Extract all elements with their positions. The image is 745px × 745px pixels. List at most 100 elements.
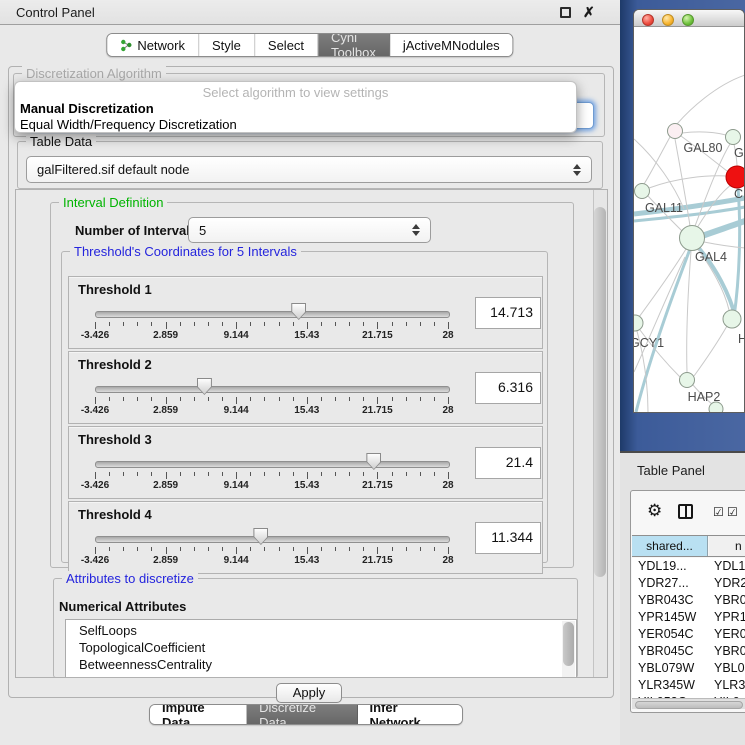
- slider-tick: [335, 472, 336, 476]
- slider-tick: [95, 472, 96, 479]
- threshold-value-field[interactable]: 21.4: [475, 447, 541, 479]
- network-graph: GAL80GCGAL11GAL4GCY1HHAP2: [634, 27, 745, 413]
- attribute-item-betweennesscentrality[interactable]: BetweennessCentrality: [66, 656, 589, 673]
- tick-label: 15.43: [294, 555, 319, 566]
- threshold-label: Threshold 3: [78, 432, 152, 447]
- table-data-combobox[interactable]: galFiltered.sif default node: [26, 156, 592, 183]
- tab-label: Discretize Data: [259, 704, 344, 725]
- tab-label: Select: [268, 38, 304, 53]
- popup-option-manual-discretization[interactable]: Manual Discretization: [20, 101, 154, 116]
- tick-label: 28: [442, 330, 453, 341]
- table-row[interactable]: YBR045CYBR0: [632, 643, 745, 660]
- tab-discretize-data[interactable]: Discretize Data: [247, 705, 357, 724]
- table-row[interactable]: YBR043CYBR0: [632, 592, 745, 609]
- slider-tick: [250, 472, 251, 476]
- table-row[interactable]: YDR27...YDR2: [632, 575, 745, 592]
- show-columns-icon[interactable]: ☑: [713, 506, 724, 518]
- gear-icon[interactable]: ⚙: [647, 502, 662, 519]
- slider-track[interactable]: [95, 461, 450, 468]
- tick-label: 21.715: [362, 405, 393, 416]
- slider-track[interactable]: [95, 311, 450, 318]
- tab-label: Cyni Toolbox: [331, 33, 376, 57]
- split-columns-icon[interactable]: [678, 504, 693, 519]
- edge[interactable]: [694, 326, 727, 376]
- tab-select[interactable]: Select: [255, 34, 318, 56]
- tab-label: Impute Data: [162, 704, 234, 725]
- node-green[interactable]: [635, 184, 650, 199]
- network-window-titlebar[interactable]: [634, 10, 745, 27]
- slider-tick: [222, 472, 223, 476]
- slider-tick: [208, 397, 209, 401]
- node-green[interactable]: [726, 130, 741, 145]
- float-window-icon[interactable]: [560, 7, 571, 18]
- tick-label: 28: [442, 555, 453, 566]
- tab-infer-network[interactable]: Infer Network: [358, 705, 463, 724]
- slider-tick: [434, 472, 435, 476]
- tab-impute-data[interactable]: Impute Data: [150, 705, 247, 724]
- close-icon[interactable]: ✗: [583, 4, 595, 21]
- slider-tick: [392, 547, 393, 551]
- table-row[interactable]: YDL19...YDL1: [632, 558, 745, 575]
- slider-tick: [250, 547, 251, 551]
- node-green[interactable]: [680, 226, 705, 251]
- node-green[interactable]: [634, 315, 643, 331]
- slider-tick: [335, 397, 336, 401]
- edge[interactable]: [682, 132, 726, 135]
- threshold-value-field[interactable]: 6.316: [475, 372, 541, 404]
- tab-network[interactable]: Network: [107, 34, 199, 56]
- threshold-value-field[interactable]: 14.713: [475, 297, 541, 329]
- minimize-traffic-light[interactable]: [662, 14, 674, 26]
- slider-tick: [293, 322, 294, 326]
- cell-name: YBR0: [714, 592, 745, 609]
- spinner-arrows-icon: [573, 164, 581, 176]
- table-row[interactable]: YPR145WYPR1: [632, 609, 745, 626]
- edge[interactable]: [687, 251, 691, 372]
- slider-track[interactable]: [95, 536, 450, 543]
- slider-tick: [279, 397, 280, 401]
- slider-track[interactable]: [95, 386, 450, 393]
- numerical-attributes-list[interactable]: SelfLoopsTopologicalCoefficientBetweenne…: [65, 619, 577, 678]
- select-all-icon[interactable]: ☑: [727, 506, 738, 518]
- panel-scrollbar-thumb[interactable]: [594, 207, 606, 577]
- table-row[interactable]: YBL079WYBL0: [632, 660, 745, 677]
- edge[interactable]: [649, 176, 727, 188]
- tab-label: Network: [137, 38, 185, 53]
- column-header-name[interactable]: n: [709, 536, 745, 556]
- slider-tick: [349, 397, 350, 401]
- slider-tick: [109, 547, 110, 551]
- attribute-item-selfloops[interactable]: SelfLoops: [66, 622, 589, 639]
- node-pink[interactable]: [668, 124, 683, 139]
- tab-style[interactable]: Style: [199, 34, 255, 56]
- node-green[interactable]: [680, 373, 695, 388]
- slider-tick: [406, 547, 407, 551]
- table-row[interactable]: YER054CYER0: [632, 626, 745, 643]
- edge[interactable]: [677, 75, 745, 124]
- column-header-shared[interactable]: shared...: [632, 536, 708, 556]
- table-hscrollbar[interactable]: [632, 698, 745, 709]
- number-of-intervals-combobox[interactable]: 5: [188, 217, 431, 243]
- slider-tick: [95, 547, 96, 554]
- attribute-item-topologicalcoefficient[interactable]: TopologicalCoefficient: [66, 639, 589, 656]
- node-green[interactable]: [723, 310, 741, 328]
- slider-tick: [236, 547, 237, 554]
- table-hscrollbar-thumb[interactable]: [635, 701, 743, 709]
- node-red[interactable]: [726, 166, 745, 188]
- close-traffic-light[interactable]: [642, 14, 654, 26]
- popup-option-equal-width[interactable]: Equal Width/Frequency Discretization: [20, 117, 237, 132]
- tab-cyni-toolbox[interactable]: Cyni Toolbox: [318, 34, 390, 56]
- apply-button[interactable]: Apply: [276, 683, 342, 703]
- slider-tick: [109, 472, 110, 476]
- table-panel-title: Table Panel: [637, 463, 705, 478]
- tab-jactivemnodules[interactable]: jActiveMNodules: [390, 34, 513, 56]
- node-label-gcy1: GCY1: [634, 336, 664, 350]
- edge-highlighted[interactable]: [636, 249, 690, 412]
- screen: Control Panel ✗ NetworkStyleSelectCyni T…: [0, 0, 745, 745]
- slider-tick: [377, 472, 378, 479]
- settings-scroll-panel: Interval Definition Number of Intervals …: [15, 189, 608, 678]
- network-canvas[interactable]: GAL80GCGAL11GAL4GCY1HHAP2: [634, 27, 745, 413]
- zoom-traffic-light[interactable]: [682, 14, 694, 26]
- threshold-value-field[interactable]: 11.344: [475, 522, 541, 554]
- slider-tick: [363, 322, 364, 326]
- table-row[interactable]: YLR345WYLR3: [632, 677, 745, 694]
- slider-tick: [208, 322, 209, 326]
